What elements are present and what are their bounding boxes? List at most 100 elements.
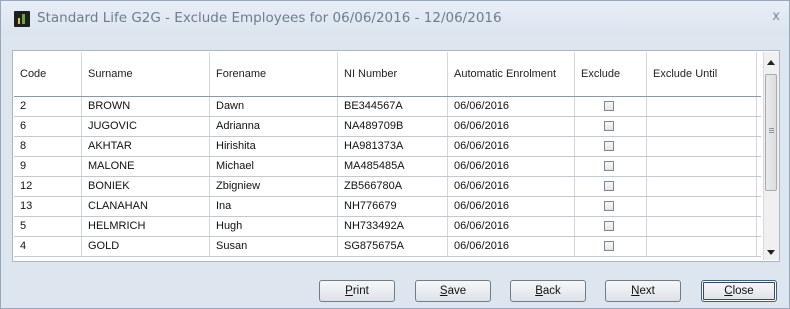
table-row[interactable]: 5 HELMRICH Hugh NH733492A 06/06/2016 — [14, 217, 761, 237]
cell-surname: HELMRICH — [82, 217, 210, 236]
cell-code: 8 — [14, 137, 82, 156]
table-row[interactable]: 6 JUGOVIC Adrianna NA489709B 06/06/2016 — [14, 117, 761, 137]
exclude-checkbox[interactable] — [604, 161, 614, 171]
cell-exclude-until[interactable] — [647, 177, 757, 196]
cell-exclude-until[interactable] — [647, 137, 757, 156]
table-row[interactable]: 2 BROWN Dawn BE344567A 06/06/2016 — [14, 97, 761, 117]
cell-forename: Hirishita — [210, 137, 338, 156]
cell-forename: Adrianna — [210, 117, 338, 136]
chart-app-icon — [14, 11, 30, 27]
cell-exclude — [575, 197, 647, 216]
cell-forename: Zbigniew — [210, 177, 338, 196]
cell-forename: Dawn — [210, 97, 338, 116]
cell-exclude — [575, 117, 647, 136]
cell-automatic-enrolment: 06/06/2016 — [448, 177, 575, 196]
cell-forename: Susan — [210, 237, 338, 256]
cell-exclude — [575, 97, 647, 116]
next-button[interactable]: Next — [605, 280, 681, 302]
column-header-exclude-until[interactable]: Exclude Until — [647, 52, 757, 96]
scroll-down-arrow-icon[interactable] — [767, 250, 775, 255]
cell-code: 2 — [14, 97, 82, 116]
table-row[interactable]: 13 CLANAHAN Ina NH776679 06/06/2016 — [14, 197, 761, 217]
table-row[interactable]: 12 BONIEK Zbigniew ZB566780A 06/06/2016 — [14, 177, 761, 197]
print-button-label: Print — [345, 285, 369, 297]
cell-automatic-enrolment: 06/06/2016 — [448, 97, 575, 116]
column-header-ni-number[interactable]: NI Number — [338, 52, 448, 96]
close-button-label: Close — [724, 285, 754, 297]
close-button[interactable]: Close — [701, 280, 777, 302]
exclude-checkbox[interactable] — [604, 141, 614, 151]
save-button-label: Save — [439, 285, 467, 297]
print-button[interactable]: Print — [319, 280, 395, 302]
grid-header: Code Surname Forename NI Number Automati… — [14, 52, 761, 97]
scrollbar-thumb[interactable] — [765, 74, 777, 191]
cell-automatic-enrolment: 06/06/2016 — [448, 237, 575, 256]
column-header-forename[interactable]: Forename — [210, 52, 338, 96]
next-button-label: Next — [631, 285, 655, 297]
cell-surname: AKHTAR — [82, 137, 210, 156]
cell-code: 4 — [14, 237, 82, 256]
cell-automatic-enrolment: 06/06/2016 — [448, 197, 575, 216]
cell-exclude — [575, 137, 647, 156]
cell-ni-number: NH776679 — [338, 197, 448, 216]
exclude-employees-dialog: Standard Life G2G - Exclude Employees fo… — [0, 0, 790, 309]
exclude-checkbox[interactable] — [604, 241, 614, 251]
column-header-automatic-enrolment[interactable]: Automatic Enrolment — [448, 52, 575, 96]
cell-exclude-until[interactable] — [647, 237, 757, 256]
cell-exclude — [575, 237, 647, 256]
save-button[interactable]: Save — [415, 280, 491, 302]
cell-automatic-enrolment: 06/06/2016 — [448, 217, 575, 236]
column-header-code[interactable]: Code — [14, 52, 82, 96]
column-header-exclude[interactable]: Exclude — [575, 52, 647, 96]
close-icon[interactable]: x — [772, 9, 780, 24]
cell-exclude-until[interactable] — [647, 197, 757, 216]
cell-forename: Ina — [210, 197, 338, 216]
cell-code: 6 — [14, 117, 82, 136]
cell-surname: BONIEK — [82, 177, 210, 196]
exclude-checkbox[interactable] — [604, 201, 614, 211]
cell-automatic-enrolment: 06/06/2016 — [448, 157, 575, 176]
cell-code: 9 — [14, 157, 82, 176]
cell-forename: Michael — [210, 157, 338, 176]
cell-exclude — [575, 177, 647, 196]
cell-surname: MALONE — [82, 157, 210, 176]
cell-ni-number: ZB566780A — [338, 177, 448, 196]
cell-automatic-enrolment: 06/06/2016 — [448, 137, 575, 156]
cell-code: 12 — [14, 177, 82, 196]
employees-grid: Code Surname Forename NI Number Automati… — [12, 50, 780, 262]
cell-code: 13 — [14, 197, 82, 216]
cell-exclude — [575, 157, 647, 176]
table-row[interactable]: 4 GOLD Susan SG875675A 06/06/2016 — [14, 237, 761, 257]
exclude-checkbox[interactable] — [604, 101, 614, 111]
cell-exclude-until[interactable] — [647, 97, 757, 116]
window-title: Standard Life G2G - Exclude Employees fo… — [37, 10, 502, 26]
cell-exclude-until[interactable] — [647, 157, 757, 176]
cell-surname: BROWN — [82, 97, 210, 116]
title-bar[interactable]: Standard Life G2G - Exclude Employees fo… — [1, 1, 789, 35]
exclude-checkbox[interactable] — [604, 221, 614, 231]
cell-exclude-until[interactable] — [647, 217, 757, 236]
back-button[interactable]: Back — [510, 280, 586, 302]
cell-surname: GOLD — [82, 237, 210, 256]
vertical-scrollbar[interactable] — [763, 52, 779, 260]
table-row[interactable]: 8 AKHTAR Hirishita HA981373A 06/06/2016 — [14, 137, 761, 157]
cell-ni-number: SG875675A — [338, 237, 448, 256]
exclude-checkbox[interactable] — [604, 181, 614, 191]
cell-ni-number: HA981373A — [338, 137, 448, 156]
cell-ni-number: NH733492A — [338, 217, 448, 236]
back-button-label: Back — [535, 285, 561, 297]
cell-surname: JUGOVIC — [82, 117, 210, 136]
cell-exclude-until[interactable] — [647, 117, 757, 136]
column-header-surname[interactable]: Surname — [82, 52, 210, 96]
cell-automatic-enrolment: 06/06/2016 — [448, 117, 575, 136]
cell-ni-number: MA485485A — [338, 157, 448, 176]
cell-code: 5 — [14, 217, 82, 236]
cell-exclude — [575, 217, 647, 236]
exclude-checkbox[interactable] — [604, 121, 614, 131]
cell-surname: CLANAHAN — [82, 197, 210, 216]
table-row[interactable]: 9 MALONE Michael MA485485A 06/06/2016 — [14, 157, 761, 177]
cell-ni-number: BE344567A — [338, 97, 448, 116]
cell-forename: Hugh — [210, 217, 338, 236]
cell-ni-number: NA489709B — [338, 117, 448, 136]
scroll-up-arrow-icon[interactable] — [767, 60, 775, 65]
